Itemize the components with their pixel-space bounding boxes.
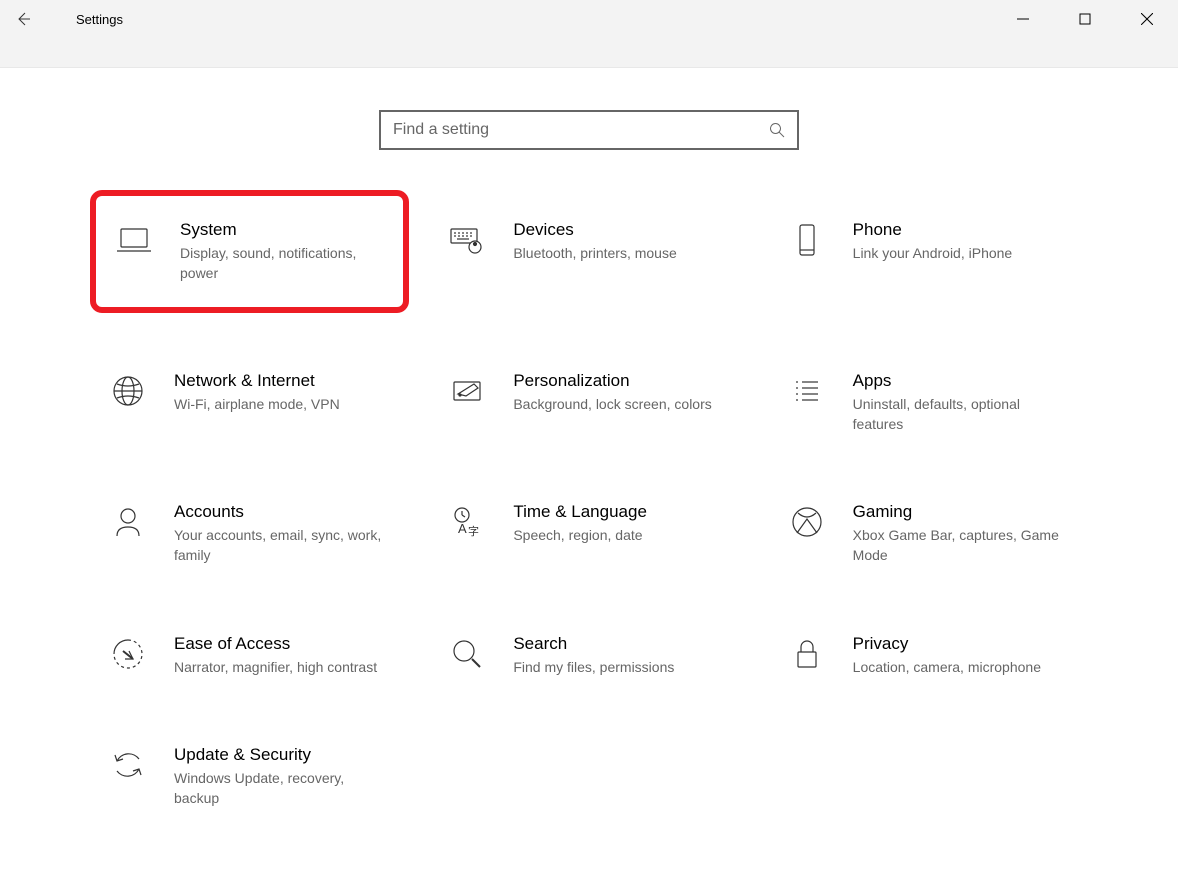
magnifier-icon: [447, 634, 487, 674]
category-text: Ease of Access Narrator, magnifier, high…: [174, 634, 384, 678]
category-desc: Wi-Fi, airplane mode, VPN: [174, 395, 384, 415]
lock-icon: [787, 634, 827, 674]
phone-icon: [787, 220, 827, 260]
category-time[interactable]: A 字 Time & Language Speech, region, date: [429, 492, 748, 575]
category-text: Accounts Your accounts, email, sync, wor…: [174, 502, 384, 565]
category-title: Devices: [513, 220, 723, 240]
category-text: System Display, sound, notifications, po…: [180, 220, 390, 283]
category-desc: Background, lock screen, colors: [513, 395, 723, 415]
xbox-icon: [787, 502, 827, 542]
person-icon: [108, 502, 148, 542]
globe-icon: [108, 371, 148, 411]
category-network[interactable]: Network & Internet Wi-Fi, airplane mode,…: [90, 361, 409, 444]
apps-list-icon: [787, 371, 827, 411]
category-title: System: [180, 220, 390, 240]
window-title: Settings: [46, 0, 123, 27]
laptop-icon: [114, 220, 154, 260]
category-desc: Your accounts, email, sync, work, family: [174, 526, 384, 565]
back-button[interactable]: [0, 0, 46, 38]
category-title: Network & Internet: [174, 371, 384, 391]
category-title: Personalization: [513, 371, 723, 391]
category-text: Privacy Location, camera, microphone: [853, 634, 1063, 678]
search-container: [0, 110, 1178, 150]
category-update[interactable]: Update & Security Windows Update, recove…: [90, 735, 409, 818]
keyboard-icon: [447, 220, 487, 260]
category-text: Personalization Background, lock screen,…: [513, 371, 723, 415]
sync-icon: [108, 745, 148, 785]
category-accounts[interactable]: Accounts Your accounts, email, sync, wor…: [90, 492, 409, 575]
category-desc: Uninstall, defaults, optional features: [853, 395, 1063, 434]
category-title: Time & Language: [513, 502, 723, 522]
paint-icon: [447, 371, 487, 411]
category-text: Network & Internet Wi-Fi, airplane mode,…: [174, 371, 384, 415]
category-desc: Bluetooth, printers, mouse: [513, 244, 723, 264]
category-title: Ease of Access: [174, 634, 384, 654]
category-devices[interactable]: Devices Bluetooth, printers, mouse: [429, 210, 748, 313]
category-ease[interactable]: Ease of Access Narrator, magnifier, high…: [90, 624, 409, 688]
maximize-icon: [1079, 13, 1091, 25]
svg-text:A: A: [458, 521, 467, 536]
minimize-button[interactable]: [992, 0, 1054, 38]
categories-grid: System Display, sound, notifications, po…: [0, 210, 1178, 818]
category-system[interactable]: System Display, sound, notifications, po…: [90, 190, 409, 313]
category-title: Search: [513, 634, 723, 654]
titlebar: Settings: [0, 0, 1178, 68]
category-desc: Speech, region, date: [513, 526, 723, 546]
svg-text:字: 字: [468, 524, 479, 538]
back-arrow-icon: [15, 11, 31, 27]
maximize-button[interactable]: [1054, 0, 1116, 38]
category-text: Apps Uninstall, defaults, optional featu…: [853, 371, 1063, 434]
category-desc: Display, sound, notifications, power: [180, 244, 390, 283]
category-title: Phone: [853, 220, 1063, 240]
category-title: Gaming: [853, 502, 1063, 522]
category-title: Privacy: [853, 634, 1063, 654]
category-desc: Find my files, permissions: [513, 658, 723, 678]
category-desc: Link your Android, iPhone: [853, 244, 1063, 264]
category-text: Phone Link your Android, iPhone: [853, 220, 1063, 264]
category-desc: Narrator, magnifier, high contrast: [174, 658, 384, 678]
category-gaming[interactable]: Gaming Xbox Game Bar, captures, Game Mod…: [769, 492, 1088, 575]
category-title: Apps: [853, 371, 1063, 391]
category-text: Time & Language Speech, region, date: [513, 502, 723, 546]
category-desc: Xbox Game Bar, captures, Game Mode: [853, 526, 1063, 565]
content-area: System Display, sound, notifications, po…: [0, 68, 1178, 818]
category-privacy[interactable]: Privacy Location, camera, microphone: [769, 624, 1088, 688]
category-desc: Location, camera, microphone: [853, 658, 1063, 678]
category-phone[interactable]: Phone Link your Android, iPhone: [769, 210, 1088, 313]
close-icon: [1141, 13, 1153, 25]
search-box[interactable]: [379, 110, 799, 150]
time-language-icon: A 字: [447, 502, 487, 542]
category-search[interactable]: Search Find my files, permissions: [429, 624, 748, 688]
category-text: Search Find my files, permissions: [513, 634, 723, 678]
category-text: Gaming Xbox Game Bar, captures, Game Mod…: [853, 502, 1063, 565]
category-text: Devices Bluetooth, printers, mouse: [513, 220, 723, 264]
ease-access-icon: [108, 634, 148, 674]
search-input[interactable]: [393, 121, 769, 139]
close-button[interactable]: [1116, 0, 1178, 38]
category-text: Update & Security Windows Update, recove…: [174, 745, 384, 808]
category-title: Update & Security: [174, 745, 384, 765]
window-controls: [992, 0, 1178, 38]
category-personalization[interactable]: Personalization Background, lock screen,…: [429, 361, 748, 444]
category-title: Accounts: [174, 502, 384, 522]
category-apps[interactable]: Apps Uninstall, defaults, optional featu…: [769, 361, 1088, 444]
category-desc: Windows Update, recovery, backup: [174, 769, 384, 808]
minimize-icon: [1017, 13, 1029, 25]
search-icon: [769, 122, 785, 138]
